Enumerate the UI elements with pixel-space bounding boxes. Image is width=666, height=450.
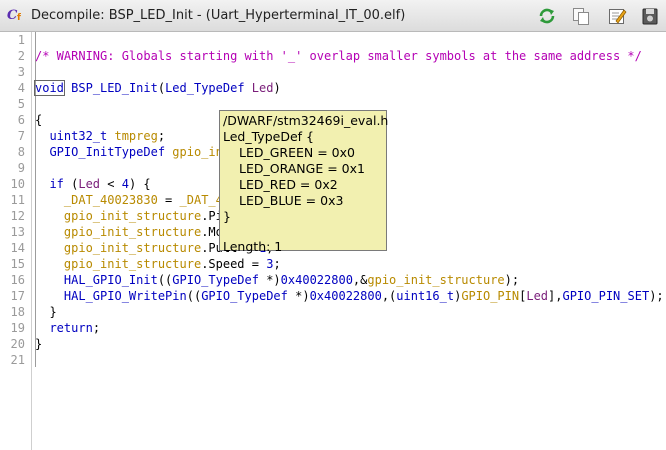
code-line: 2 /* WARNING: Globals starting with '_' … (0, 48, 666, 64)
line-number: 5 (17, 97, 25, 111)
refresh-icon (539, 8, 555, 24)
code-line: 21 (0, 352, 666, 368)
line-number: 12 (10, 209, 25, 223)
line-number: 6 (17, 113, 25, 127)
enum-member: LED_BLUE = 0x3 (239, 193, 344, 208)
function-call[interactable]: HAL_GPIO_WritePin((GPIO_TypeDef *)0x4002… (35, 288, 664, 304)
line-number: 11 (10, 193, 25, 207)
tooltip-header: /DWARF/stm32469i_eval.h (223, 113, 389, 128)
edit-button[interactable] (607, 6, 627, 26)
code-text[interactable]: } (35, 304, 56, 320)
app-icon-sub: f (17, 13, 21, 23)
warning-comment[interactable]: /* WARNING: Globals starting with '_' ov… (35, 48, 642, 64)
if-statement[interactable]: if (Led < 4) { (35, 176, 150, 192)
line-number: 15 (10, 257, 25, 271)
enum-member: LED_GREEN = 0x0 (239, 145, 355, 160)
enum-member: LED_RED = 0x2 (239, 177, 338, 192)
app-icon-letter: C (7, 8, 18, 23)
line-number: 13 (10, 225, 25, 239)
line-number: 3 (17, 65, 25, 79)
local-declaration[interactable]: uint32_t tmpreg; (35, 128, 165, 144)
line-number: 2 (17, 49, 25, 63)
refresh-button[interactable] (537, 6, 557, 26)
line-number: 19 (10, 321, 25, 335)
tooltip-type-open: Led_TypeDef { (223, 129, 314, 144)
function-signature[interactable]: void BSP_LED_Init(Led_TypeDef Led) (34, 80, 281, 96)
code-line: 18 } (0, 304, 666, 320)
line-number: 14 (10, 241, 25, 255)
code-text[interactable]: } (35, 336, 42, 352)
assignment[interactable]: gpio_init_structure.Speed = 3; (35, 256, 281, 272)
code-text[interactable]: { (35, 112, 42, 128)
code-line: 1 (0, 32, 666, 48)
line-number: 18 (10, 305, 25, 319)
line-number: 16 (10, 273, 25, 287)
code-line: 15 gpio_init_structure.Speed = 3; (0, 256, 666, 272)
line-number: 8 (17, 145, 25, 159)
window-title-bar: C f Decompile: BSP_LED_Init - (Uart_Hype… (0, 0, 666, 32)
tooltip-type-close: } (223, 209, 231, 224)
snapshot-button[interactable] (640, 6, 660, 26)
decompiler-app-icon: C f (7, 7, 25, 25)
copy-button[interactable] (571, 6, 591, 26)
code-line: 4 void BSP_LED_Init(Led_TypeDef Led) (0, 80, 666, 96)
return-statement[interactable]: return; (35, 320, 100, 336)
tooltip-length: Length: 1 (223, 239, 283, 254)
snapshot-icon (642, 8, 658, 25)
line-number: 17 (10, 289, 25, 303)
code-line: 20 } (0, 336, 666, 352)
line-number: 21 (10, 353, 25, 367)
function-call[interactable]: HAL_GPIO_Init((GPIO_TypeDef *)0x40022800… (35, 272, 519, 288)
window-title: Decompile: BSP_LED_Init - (Uart_Hyperter… (31, 8, 406, 23)
copy-icon (573, 8, 589, 25)
edit-icon (609, 9, 627, 24)
code-line: 16 HAL_GPIO_Init((GPIO_TypeDef *)0x40022… (0, 272, 666, 288)
type-hover-tooltip: /DWARF/stm32469i_eval.h Led_TypeDef { LE… (219, 110, 389, 254)
line-number: 9 (17, 161, 25, 175)
enum-member: LED_ORANGE = 0x1 (239, 161, 365, 176)
line-number: 1 (17, 33, 25, 47)
line-number: 4 (17, 81, 25, 95)
line-number: 20 (10, 337, 25, 351)
code-line: 17 HAL_GPIO_WritePin((GPIO_TypeDef *)0x4… (0, 288, 666, 304)
code-line: 3 (0, 64, 666, 80)
line-number: 10 (10, 177, 25, 191)
code-line: 19 return; (0, 320, 666, 336)
line-number: 7 (17, 129, 25, 143)
